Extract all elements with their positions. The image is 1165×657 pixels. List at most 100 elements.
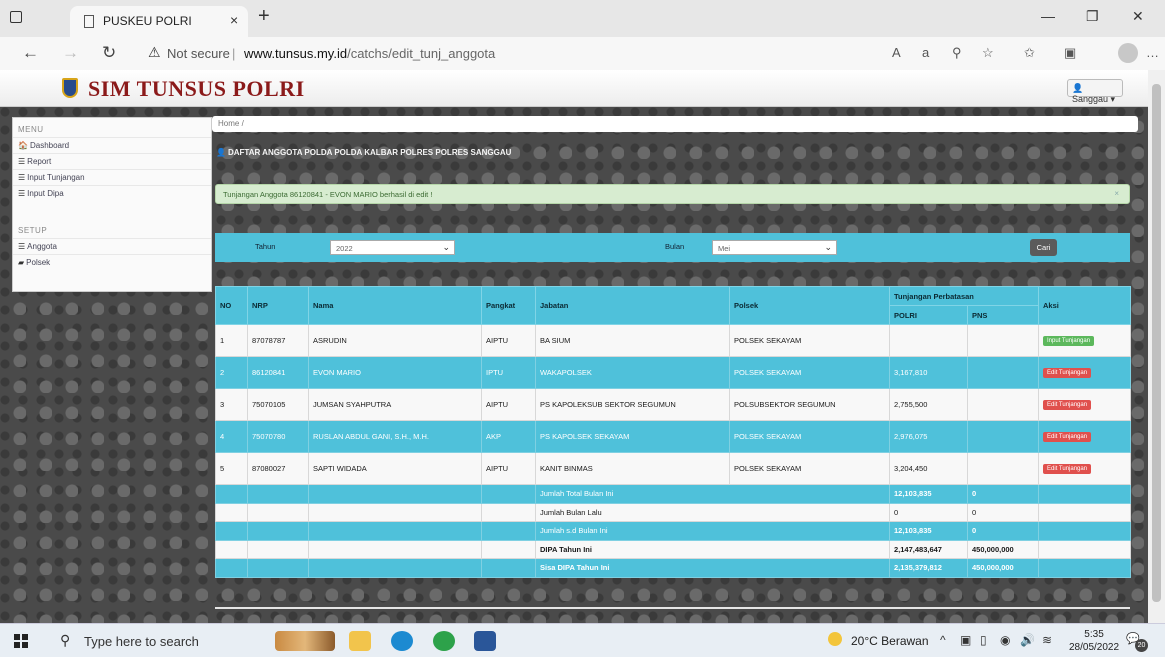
warning-icon[interactable]: ⚠: [148, 44, 161, 61]
tahun-label: Tahun: [255, 242, 276, 251]
close-window-icon[interactable]: ✕: [1132, 8, 1144, 25]
taskbar-search-input[interactable]: Type here to search: [84, 634, 199, 649]
edge-icon[interactable]: [391, 631, 413, 651]
breadcrumb[interactable]: Home /: [212, 116, 1138, 132]
cell-jabatan: KANIT BINMAS: [535, 452, 730, 485]
cell-polsek: POLSEK SEKAYAM: [729, 356, 890, 389]
cell-pangkat: AIPTU: [481, 388, 536, 421]
site-header: SIM TUNSUS POLRI 👤 Sanggau ▾: [0, 70, 1148, 107]
cell-aksi: Edit Tunjangan: [1038, 356, 1132, 389]
forward-icon[interactable]: →: [62, 43, 79, 63]
alert-close-icon[interactable]: ×: [1114, 189, 1119, 198]
sidebar-item-anggota[interactable]: ☰ Anggota: [13, 238, 211, 254]
search-button[interactable]: Cari: [1030, 239, 1057, 256]
weather-text[interactable]: 20°C Berawan: [851, 634, 929, 648]
favorite-icon[interactable]: ☆: [982, 45, 994, 61]
translate-icon[interactable]: a: [922, 45, 929, 60]
list-icon: ☰: [18, 189, 26, 198]
cell-pns: [966, 388, 1040, 421]
scroll-thumb[interactable]: [1152, 84, 1161, 602]
windows-start-icon[interactable]: [14, 634, 28, 648]
col-polsek: Polsek: [729, 286, 890, 325]
battery-icon[interactable]: ▯: [980, 633, 987, 647]
summary-row: Jumlah s.d Bulan Ini 12,103,835 0: [215, 521, 1132, 541]
collections-icon[interactable]: ▣: [1064, 45, 1076, 61]
sidebar-item-input-tunjangan[interactable]: ☰ Input Tunjangan: [13, 169, 211, 185]
sidebar-item-polsek[interactable]: ▰ Polsek: [13, 254, 211, 270]
col-nama: Nama: [308, 286, 482, 325]
favorites-icon[interactable]: ✩: [1024, 45, 1035, 61]
col-jabatan: Jabatan: [535, 286, 730, 325]
summary-pns: 0: [966, 502, 1040, 522]
sidebar-item-input-dipa[interactable]: ☰ Input Dipa: [13, 185, 211, 201]
url-field[interactable]: www.tunsus.my.id/catchs/edit_tunj_anggot…: [244, 46, 495, 61]
edit-tunjangan-button[interactable]: Edit Tunjangan: [1043, 368, 1092, 378]
minimize-icon[interactable]: —: [1041, 8, 1055, 24]
col-nrp: NRP: [247, 286, 309, 325]
word-icon[interactable]: [474, 631, 496, 651]
wifi-icon[interactable]: ≋: [1042, 633, 1052, 647]
taskbar: ⚲ Type here to search 20°C Berawan ^ ▣ ▯…: [0, 623, 1165, 657]
sidebar-item-label: Dashboard: [29, 141, 70, 150]
not-secure-label[interactable]: Not secure: [167, 46, 230, 61]
search-icon[interactable]: ⚲: [60, 632, 70, 649]
site-brand[interactable]: SIM TUNSUS POLRI: [88, 76, 305, 102]
network-icon[interactable]: ▣: [960, 633, 971, 647]
restore-icon[interactable]: ❐: [1086, 8, 1099, 25]
edit-tunjangan-button[interactable]: Edit Tunjangan: [1043, 400, 1092, 410]
cell-aksi: Edit Tunjangan: [1038, 388, 1132, 421]
cell-polri: 2,755,500: [889, 388, 968, 421]
back-icon[interactable]: ←: [22, 43, 39, 63]
search-highlight-image[interactable]: [275, 631, 335, 651]
new-tab-button[interactable]: +: [258, 5, 270, 28]
cell-nama: ASRUDIN: [308, 324, 482, 357]
col-tunjangan-group: Tunjangan Perbatasan: [888, 286, 1040, 306]
cell-nama: EVON MARIO: [308, 356, 482, 389]
chevron-up-icon[interactable]: ^: [940, 633, 946, 647]
cell-polsek: POLSEK SEKAYAM: [729, 324, 890, 357]
breadcrumb-home[interactable]: Home /: [218, 119, 244, 128]
clock[interactable]: 5:35 28/05/2022: [1069, 628, 1119, 654]
col-no: NO: [215, 286, 248, 325]
chrome-icon[interactable]: [433, 631, 455, 651]
sidebar-item-label: Report: [27, 157, 52, 166]
cell-polri: 3,167,810: [889, 356, 968, 389]
zoom-icon[interactable]: ⚲: [952, 45, 962, 61]
cell-no: 2: [215, 356, 248, 389]
tab-close-icon[interactable]: ×: [230, 12, 238, 28]
input-tunjangan-button[interactable]: Input Tunjangan: [1043, 336, 1095, 346]
tahun-select[interactable]: 2022 ⌄: [330, 240, 455, 255]
read-aloud-icon[interactable]: A: [892, 45, 901, 60]
summary-polri: 12,103,835: [889, 484, 968, 504]
weather-icon[interactable]: [828, 632, 842, 646]
tab-actions-icon[interactable]: [10, 11, 22, 23]
file-explorer-icon[interactable]: [349, 631, 371, 651]
panel-title: 👤 DAFTAR ANGGOTA POLDA POLDA KALBAR POLRE…: [216, 148, 511, 157]
list-icon: ☰: [18, 173, 26, 182]
sidebar-item-report[interactable]: ☰ Report: [13, 153, 211, 169]
profile-avatar[interactable]: [1118, 43, 1138, 63]
cell-pangkat: IPTU: [481, 356, 536, 389]
page-scrollbar[interactable]: [1148, 70, 1165, 623]
clock-time: 5:35: [1084, 629, 1104, 640]
more-icon[interactable]: …: [1146, 45, 1159, 60]
edit-tunjangan-button[interactable]: Edit Tunjangan: [1043, 432, 1092, 442]
sidebar-item-dashboard[interactable]: 🏠 Dashboard: [13, 137, 211, 153]
cell-nama: SAPTI WIDADA: [308, 452, 482, 485]
bulan-select[interactable]: Mei ⌄: [712, 240, 837, 255]
summary-label: Jumlah Bulan Lalu: [535, 502, 890, 522]
page-body: MENU 🏠 Dashboard ☰ Report ☰ Input Tunjangan…: [0, 107, 1148, 623]
edit-tunjangan-button[interactable]: Edit Tunjangan: [1043, 464, 1092, 474]
user-name: Sanggau ▾: [1072, 94, 1116, 104]
list-icon: ☰: [18, 242, 26, 251]
cell-nrp: 75070780: [247, 420, 309, 453]
sidebar: MENU 🏠 Dashboard ☰ Report ☰ Input Tunjangan…: [12, 117, 212, 292]
cell-jabatan: WAKAPOLSEK: [535, 356, 730, 389]
browser-tab[interactable]: PUSKEU POLRI ×: [70, 6, 248, 37]
sidebar-item-label: Polsek: [26, 258, 51, 267]
user-menu-button[interactable]: 👤 Sanggau ▾: [1067, 79, 1123, 104]
volume-icon[interactable]: 🔊: [1020, 633, 1035, 647]
cell-no: 5: [215, 452, 248, 485]
refresh-icon[interactable]: ↻: [102, 43, 116, 63]
app-tray-icon[interactable]: ◉: [1000, 633, 1010, 647]
